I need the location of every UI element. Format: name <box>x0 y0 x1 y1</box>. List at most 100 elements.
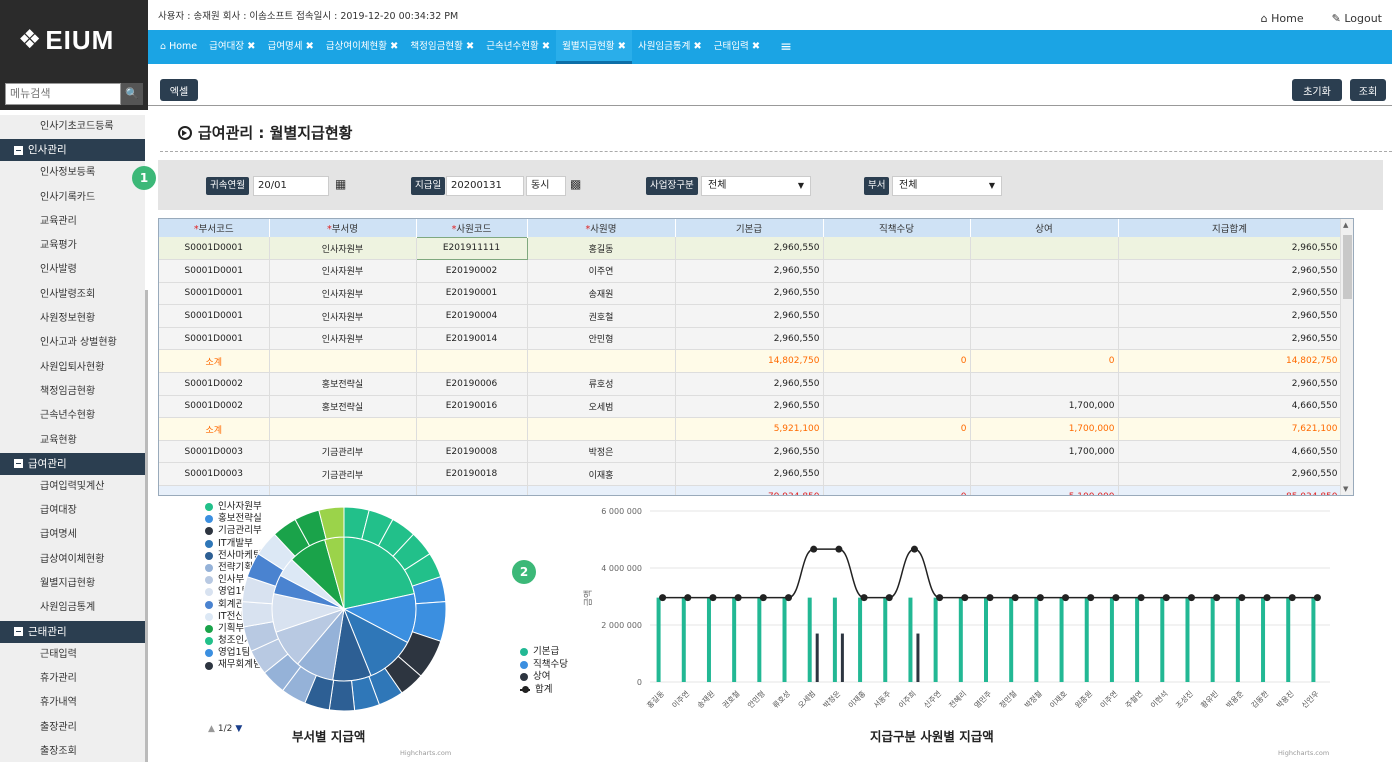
table-cell[interactable]: S0001D0001 <box>159 259 270 283</box>
table-cell[interactable]: E20190016 <box>416 395 528 419</box>
bar-base-pay[interactable] <box>1235 597 1240 682</box>
paydate-type-input[interactable]: 동시 <box>526 176 566 196</box>
table-cell[interactable]: S0001D0001 <box>159 327 270 351</box>
table-cell[interactable]: 2,960,550 <box>675 462 824 487</box>
table-row[interactable]: S0001D0001 인사자원부 E20190002 이주연 2,960,550 2,96… <box>159 259 1342 283</box>
sidebar-item[interactable]: 근태입력 <box>0 642 145 667</box>
tab-item[interactable]: 급상여이체현황 ✖ <box>320 30 405 64</box>
sidebar-item[interactable]: 책정임금현황 <box>0 379 145 405</box>
total-point[interactable] <box>785 594 793 602</box>
table-cell[interactable]: 송재원 <box>527 282 676 306</box>
reset-button[interactable]: 초기화 <box>1292 79 1342 101</box>
total-point[interactable] <box>1062 594 1070 602</box>
table-cell[interactable]: 소계 <box>159 417 270 441</box>
total-point[interactable] <box>1087 594 1095 602</box>
tab-item[interactable]: ⌂ Home <box>154 30 203 64</box>
table-cell[interactable]: 2,960,550 <box>1118 259 1342 283</box>
table-cell[interactable] <box>823 237 971 261</box>
total-point[interactable] <box>961 594 969 602</box>
logo[interactable]: ❖ EIUM <box>0 0 148 80</box>
table-cell[interactable]: E20190002 <box>416 259 528 283</box>
table-cell[interactable]: 85,034,850 <box>1118 485 1342 495</box>
table-cell[interactable]: E20190018 <box>416 462 528 487</box>
table-cell[interactable]: E201911111 <box>415 236 528 261</box>
table-cell[interactable]: S0001D0003 <box>159 440 270 464</box>
table-cell[interactable]: 홍보전략실 <box>269 395 417 419</box>
bar-base-pay[interactable] <box>757 597 762 682</box>
bar-base-pay[interactable] <box>1261 597 1266 682</box>
table-cell[interactable] <box>527 349 676 374</box>
bar-base-pay[interactable] <box>1185 597 1190 682</box>
table-cell[interactable]: 14,802,750 <box>675 349 824 374</box>
table-cell[interactable] <box>527 485 676 495</box>
calendar-icon[interactable]: ▦ <box>335 177 346 191</box>
table-cell[interactable]: 인사자원부 <box>269 259 417 283</box>
table-cell[interactable] <box>970 304 1119 328</box>
table-cell[interactable]: E20190001 <box>416 282 528 306</box>
table-cell[interactable] <box>823 440 971 464</box>
table-cell[interactable]: 이재홍 <box>527 462 676 487</box>
table-cell[interactable]: 인사자원부 <box>269 282 417 306</box>
table-cell[interactable]: 1,700,000 <box>970 395 1119 419</box>
period-input[interactable]: 20/01 <box>253 176 329 196</box>
table-cell[interactable] <box>416 349 528 374</box>
bar-bonus[interactable] <box>815 633 819 682</box>
sidebar-item[interactable]: 인사고과 상벌현황 <box>0 331 145 356</box>
total-point[interactable] <box>885 594 893 602</box>
tab-close-icon[interactable]: ✖ <box>693 41 701 52</box>
sidebar-item[interactable]: 급여입력및계산 <box>0 474 145 500</box>
table-cell[interactable]: 안민형 <box>527 327 676 351</box>
bar-base-pay[interactable] <box>1286 597 1291 682</box>
paydate-input[interactable]: 20200131 <box>446 176 524 196</box>
table-cell[interactable]: 2,960,550 <box>675 327 824 351</box>
search-query-button[interactable]: 조회 <box>1350 79 1386 101</box>
sidebar-item[interactable]: 출장관리 <box>0 715 145 740</box>
tab-item[interactable]: 급여대장 ✖ <box>203 30 261 64</box>
scroll-up-icon[interactable]: ▲ <box>1343 221 1348 229</box>
grid-header-cell[interactable]: *부서코드 <box>159 219 270 237</box>
tab-close-icon[interactable]: ✖ <box>247 41 255 52</box>
table-row[interactable]: 79,934,85005,100,00085,034,850 <box>159 485 1342 495</box>
table-cell[interactable]: 0 <box>823 349 971 374</box>
table-cell[interactable]: 소계 <box>159 349 270 374</box>
table-cell[interactable] <box>823 395 971 419</box>
tab-item[interactable]: 책정임금현황 ✖ <box>404 30 480 64</box>
bar-base-pay[interactable] <box>883 597 888 682</box>
tab-item[interactable]: 월별지급현황 ✖ <box>556 30 632 64</box>
total-point[interactable] <box>936 594 944 602</box>
bar-base-pay[interactable] <box>807 597 812 682</box>
popup-search-icon[interactable]: ▩ <box>570 177 581 191</box>
grid-header-cell[interactable]: 지급합계 <box>1118 219 1342 237</box>
bar-base-pay[interactable] <box>832 597 837 682</box>
sidebar-item[interactable]: 인사기록카드 <box>0 185 145 210</box>
table-cell[interactable]: 2,960,550 <box>1118 282 1342 306</box>
table-cell[interactable]: 1,700,000 <box>970 417 1119 441</box>
bar-base-pay[interactable] <box>1109 597 1114 682</box>
tab-close-icon[interactable]: ✖ <box>618 41 626 52</box>
total-point[interactable] <box>1137 594 1145 602</box>
table-cell[interactable]: 1,700,000 <box>970 440 1119 464</box>
dept-select[interactable]: 전체 ▼ <box>892 176 1002 196</box>
table-cell[interactable]: S0001D0001 <box>159 282 270 306</box>
sidebar-item[interactable]: 근속년수현황 <box>0 404 145 429</box>
total-point[interactable] <box>1011 594 1019 602</box>
table-cell[interactable]: 0 <box>823 485 971 495</box>
table-cell[interactable]: 5,100,000 <box>970 485 1119 495</box>
sidebar-item[interactable]: 사원임금통계 <box>0 596 145 621</box>
tab-close-icon[interactable]: ✖ <box>542 41 550 52</box>
grid-header-cell[interactable]: *사원코드 <box>416 219 528 237</box>
bar-base-pay[interactable] <box>1210 597 1215 682</box>
table-cell[interactable]: E20190008 <box>416 440 528 464</box>
table-cell[interactable]: 인사자원부 <box>269 327 417 351</box>
table-cell[interactable]: 0 <box>823 417 971 441</box>
total-point[interactable] <box>659 594 667 602</box>
menu-search-input[interactable] <box>5 82 121 105</box>
table-cell[interactable] <box>416 417 528 441</box>
sidebar-item[interactable]: 교육평가 <box>0 234 145 259</box>
sidebar-item[interactable]: 휴가내역 <box>0 691 145 716</box>
table-cell[interactable]: 2,960,550 <box>1118 462 1342 487</box>
tab-close-icon[interactable]: ✖ <box>390 41 398 52</box>
total-point[interactable] <box>759 594 767 602</box>
table-cell[interactable] <box>970 462 1119 487</box>
table-row[interactable]: S0001D0002 홍보전략실 E20190006 류호성 2,960,550 2,96… <box>159 372 1342 396</box>
